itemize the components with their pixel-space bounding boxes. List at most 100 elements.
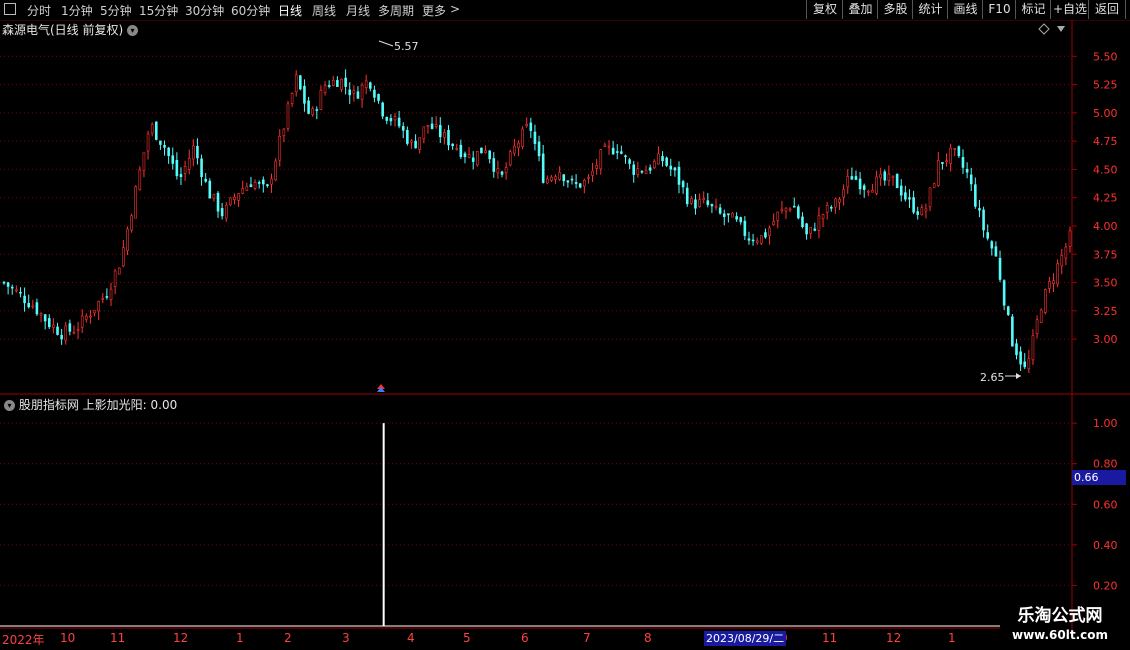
- candle-body: [72, 331, 76, 334]
- candle-body: [842, 189, 845, 198]
- candle-body: [154, 121, 158, 140]
- chevron-down-icon[interactable]: ▾: [4, 400, 15, 411]
- price-tick-label: 4.75: [1093, 135, 1118, 148]
- candle-body: [307, 100, 310, 114]
- candle-body: [113, 270, 117, 287]
- candle-body: [484, 150, 487, 153]
- high-price-marker: 5.57: [378, 40, 419, 53]
- candle-body: [681, 181, 685, 188]
- f10-button[interactable]: F10: [982, 0, 1016, 19]
- candle-body: [455, 148, 459, 150]
- date-label: 7: [583, 631, 591, 645]
- candle-body: [196, 145, 199, 159]
- period-tab-multi[interactable]: 多周期: [378, 2, 414, 19]
- period-tab-fenshi[interactable]: 分时: [27, 2, 51, 19]
- candle-body: [673, 167, 677, 171]
- low-price-label: 2.65: [980, 371, 1005, 384]
- candle-body: [871, 190, 874, 193]
- candle-body: [562, 174, 566, 182]
- candle-body: [216, 192, 220, 212]
- indicator-tick-label: 0.40: [1093, 539, 1118, 552]
- candle-body: [85, 315, 88, 320]
- period-tab-more[interactable]: 更多: [422, 2, 446, 19]
- period-tab-5min[interactable]: 5分钟: [100, 2, 132, 19]
- candle-body: [640, 170, 644, 173]
- back-button[interactable]: 返回: [1088, 0, 1126, 19]
- period-tab-1min[interactable]: 1分钟: [61, 2, 93, 19]
- settings-diamond-icon[interactable]: [1038, 23, 1050, 35]
- menu-square-icon[interactable]: [4, 3, 16, 15]
- candle-body: [1023, 361, 1027, 368]
- period-tab-15min[interactable]: 15分钟: [139, 2, 178, 19]
- candle-body: [978, 208, 981, 211]
- candle-body: [685, 187, 689, 205]
- date-label: 2: [284, 631, 292, 645]
- date-label: 2022年: [2, 633, 45, 647]
- candle-body: [755, 240, 759, 243]
- candle-body: [270, 178, 273, 185]
- candle-body: [797, 206, 800, 219]
- period-tab-monthly[interactable]: 月线: [346, 2, 370, 19]
- signal-arrow-icon: [377, 384, 385, 392]
- candle-body: [1068, 230, 1072, 247]
- period-tab-daily[interactable]: 日线: [278, 2, 302, 19]
- candle-body: [406, 130, 409, 144]
- candle-body: [829, 206, 833, 209]
- candle-body: [89, 315, 92, 318]
- candle-body: [68, 323, 72, 332]
- grid-lines: [0, 55, 1077, 340]
- candle-body: [690, 198, 693, 204]
- candle-body: [887, 173, 891, 182]
- chart-canvas[interactable]: 5.50 5.25 5.00 4.75 4.50 4.25 4.00 3.75 3.50 3.25…: [0, 20, 1130, 630]
- multi-stock-button[interactable]: 多股: [877, 0, 913, 19]
- candle-body: [438, 125, 442, 138]
- candle-body: [624, 155, 627, 158]
- candle-body: [611, 147, 615, 155]
- candle-body: [97, 301, 100, 312]
- candle-body: [369, 82, 372, 89]
- statistics-button[interactable]: 统计: [912, 0, 948, 19]
- candle-body: [603, 144, 607, 147]
- period-tab-weekly[interactable]: 周线: [312, 2, 336, 19]
- candle-body: [1002, 280, 1006, 306]
- candle-body: [192, 145, 195, 160]
- indicator-title: ▾ 股朋指标网 上影加光阳: 0.00: [4, 396, 177, 413]
- stock-title-text: 森源电气(日线 前复权): [2, 23, 124, 37]
- indicator-grid: [0, 422, 1077, 586]
- candle-body: [595, 165, 598, 169]
- draw-line-button[interactable]: 画线: [947, 0, 983, 19]
- candle-body: [508, 151, 512, 166]
- candle-body: [6, 282, 10, 287]
- price-tick-label: 5.50: [1093, 50, 1118, 63]
- add-watchlist-button[interactable]: +自选: [1050, 0, 1089, 19]
- price-tick-label: 4.25: [1093, 192, 1118, 205]
- candle-body: [134, 186, 138, 219]
- period-tab-30min[interactable]: 30分钟: [185, 2, 224, 19]
- price-tick-label: 3.75: [1093, 248, 1118, 261]
- candle-body: [171, 155, 175, 164]
- date-axis: 2022年 10 11 12 1 2 3 4 5 6 7 8 0 11 12 1: [0, 630, 1000, 650]
- candle-body: [541, 153, 545, 183]
- candle-body: [735, 216, 738, 220]
- candle-body: [891, 175, 895, 178]
- candle-body: [895, 173, 899, 189]
- candle-body: [352, 90, 356, 94]
- period-tab-60min[interactable]: 60分钟: [231, 2, 270, 19]
- candle-body: [805, 223, 808, 235]
- mark-button[interactable]: 标记: [1015, 0, 1051, 19]
- candle-body: [401, 126, 405, 131]
- candle-body: [578, 183, 582, 188]
- restore-rights-button[interactable]: 复权: [806, 0, 843, 19]
- candle-body: [274, 160, 277, 181]
- candle-body: [64, 325, 68, 341]
- candle-body: [500, 171, 504, 175]
- collapse-triangle-icon[interactable]: [1057, 26, 1065, 32]
- price-axis-ticks: 5.50 5.25 5.00 4.75 4.50 4.25 4.00 3.75 3.50 3.25…: [1093, 50, 1118, 346]
- candle-body: [702, 198, 705, 200]
- overlay-button[interactable]: 叠加: [842, 0, 878, 19]
- candle-body: [846, 176, 850, 188]
- chevron-down-icon[interactable]: ▾: [127, 25, 139, 36]
- candle-body: [1056, 263, 1059, 285]
- candle-body: [208, 180, 212, 199]
- candle-body: [356, 91, 360, 99]
